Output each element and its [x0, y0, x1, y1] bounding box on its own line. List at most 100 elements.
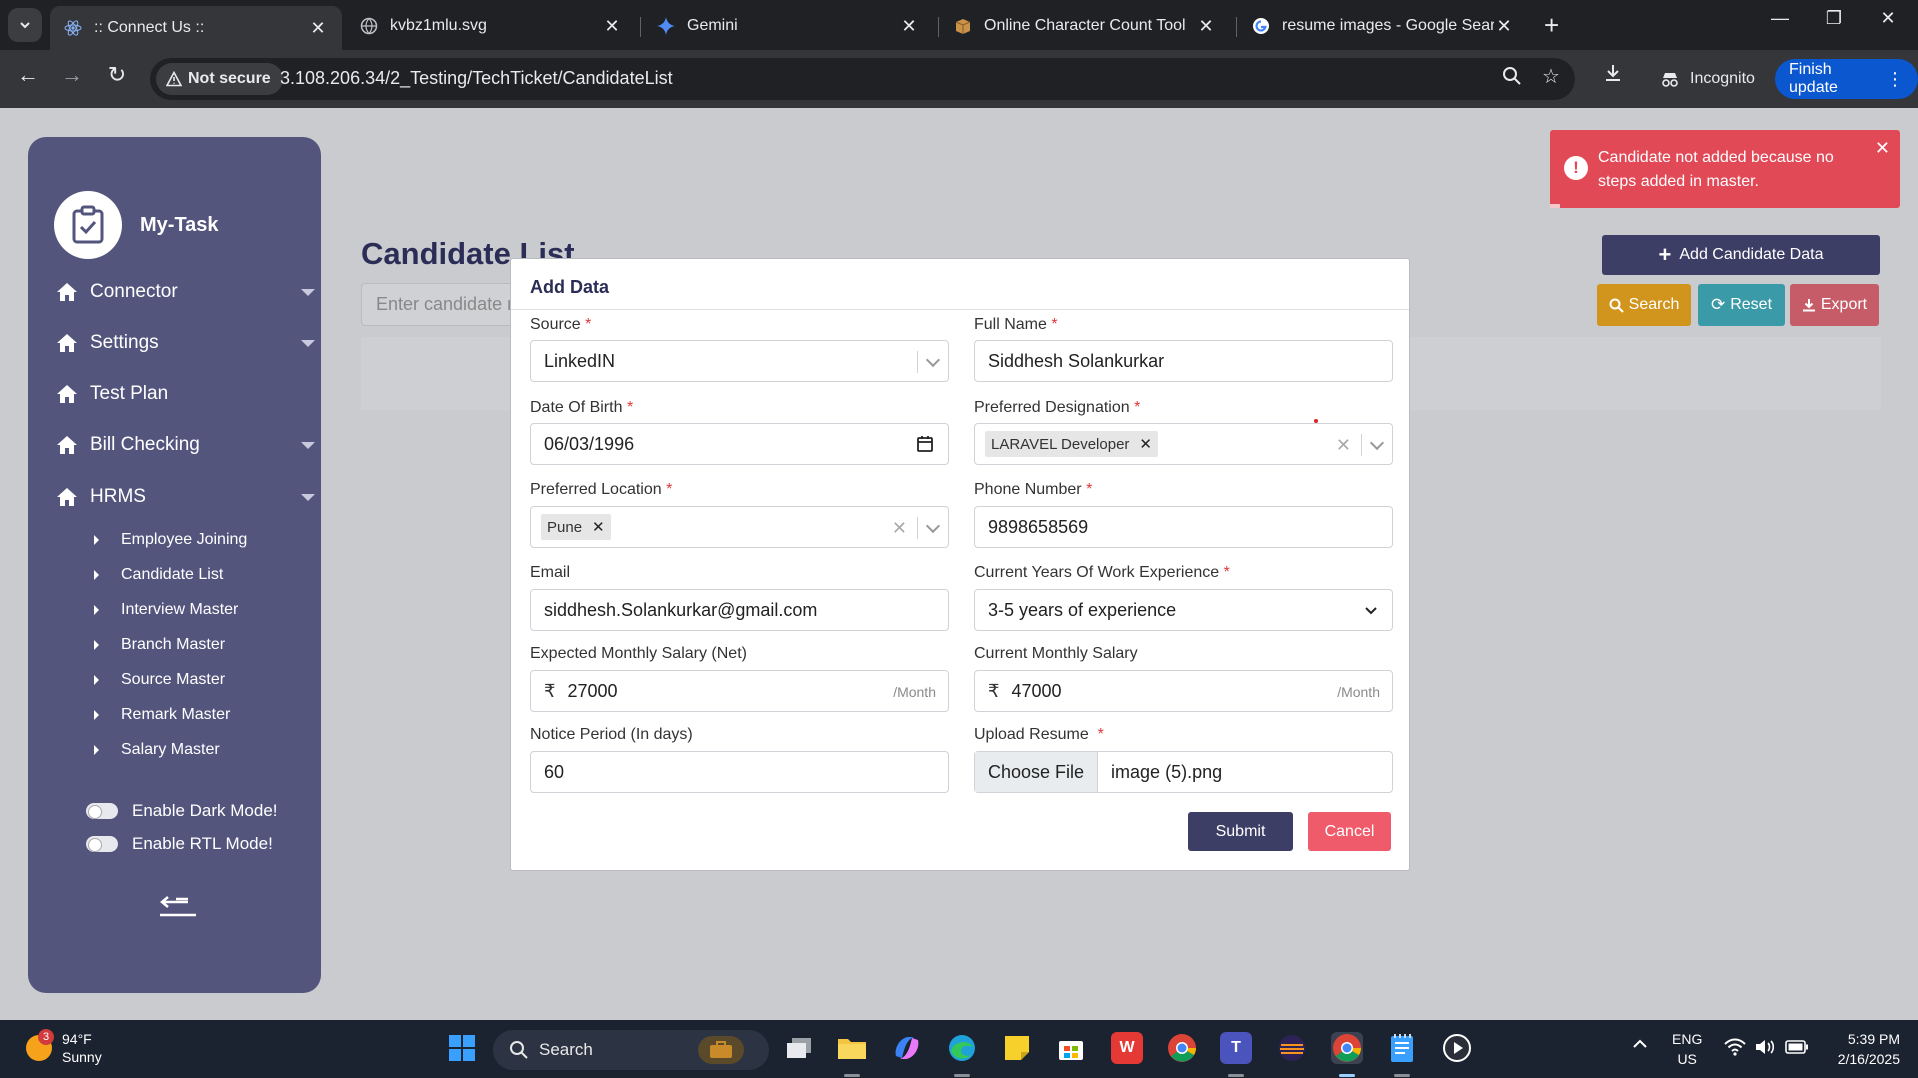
address-bar[interactable]: Not secure 3.108.206.34/2_Testing/TechTi… — [150, 58, 1575, 100]
brand[interactable]: My-Task — [54, 191, 219, 259]
close-tab-icon[interactable]: ✕ — [899, 16, 919, 37]
volume-icon[interactable] — [1754, 1038, 1776, 1059]
reload-icon[interactable]: ↻ — [101, 62, 133, 88]
windows-start-icon[interactable] — [446, 1032, 478, 1064]
sticky-notes-icon[interactable] — [1001, 1032, 1033, 1064]
sidebar-subitem-branch-master[interactable]: Branch Master — [94, 636, 225, 654]
language-indicator[interactable]: ENG US — [1672, 1029, 1702, 1069]
sidebar-subitem-source-master[interactable]: Source Master — [94, 671, 225, 689]
choose-file-button[interactable]: Choose File — [975, 752, 1099, 792]
sidebar-subitem-remark-master[interactable]: Remark Master — [94, 706, 230, 724]
expected-salary-field[interactable]: ₹ 27000 /Month — [530, 670, 949, 712]
zoom-magnifier-icon[interactable] — [1502, 66, 1522, 92]
add-candidate-button[interactable]: + Add Candidate Data — [1602, 235, 1880, 275]
finish-update-button[interactable]: Finish update ⋮ — [1775, 59, 1918, 99]
battery-icon[interactable] — [1785, 1039, 1809, 1058]
sidebar-collapse-arrow-icon[interactable] — [158, 889, 198, 919]
dob-label: Date Of Birth * — [530, 399, 634, 416]
remove-chip-icon[interactable]: ✕ — [1139, 435, 1152, 453]
sidebar-subitem-interview-master[interactable]: Interview Master — [94, 601, 238, 619]
export-button[interactable]: Export — [1790, 284, 1879, 326]
sidebar-subitem-salary-master[interactable]: Salary Master — [94, 741, 220, 759]
rtl-mode-toggle[interactable] — [86, 836, 118, 852]
dob-field[interactable]: 06/03/1996 — [530, 423, 949, 465]
sidebar-item-hrms[interactable]: HRMS — [56, 486, 315, 508]
sun-icon: 3 — [26, 1029, 54, 1061]
email-field[interactable]: siddhesh.Solankurkar@gmail.com — [530, 589, 949, 631]
submit-button[interactable]: Submit — [1188, 812, 1293, 851]
bookmark-star-icon[interactable]: ☆ — [1542, 64, 1560, 89]
notice-period-field[interactable]: 60 — [530, 751, 949, 793]
new-tab-plus-icon[interactable]: + — [1544, 10, 1559, 40]
browser-tab-svg[interactable]: kvbz1mlu.svg ✕ — [346, 6, 636, 46]
close-tab-icon[interactable]: ✕ — [602, 16, 622, 37]
cancel-button[interactable]: Cancel — [1308, 812, 1391, 851]
store-icon[interactable] — [1055, 1032, 1087, 1064]
minimize-icon[interactable]: — — [1760, 8, 1800, 29]
source-select[interactable]: LinkedIN — [530, 340, 949, 382]
dark-mode-toggle-row[interactable]: Enable Dark Mode! — [86, 801, 278, 821]
calendar-icon[interactable] — [916, 435, 934, 453]
clock[interactable]: 5:39 PM 2/16/2025 — [1820, 1029, 1900, 1069]
rupee-icon: ₹ — [544, 680, 556, 701]
notepad-icon[interactable] — [1386, 1032, 1418, 1064]
browser-tab-connect-us[interactable]: :: Connect Us :: ✕ — [50, 6, 342, 50]
reset-button[interactable]: ⟳ Reset — [1698, 284, 1785, 326]
close-window-icon[interactable]: ✕ — [1868, 8, 1908, 29]
copilot-icon[interactable] — [891, 1032, 923, 1064]
eclipse-icon[interactable] — [1276, 1032, 1308, 1064]
clear-icon[interactable]: ✕ — [1336, 435, 1351, 456]
chevron-up-icon[interactable] — [1632, 1036, 1648, 1055]
expected-salary-label: Expected Monthly Salary (Net) — [530, 645, 747, 662]
sidebar-item-settings[interactable]: Settings — [56, 332, 315, 354]
wps-office-icon[interactable]: W — [1111, 1032, 1143, 1064]
close-tab-icon[interactable]: ✕ — [308, 18, 328, 39]
chrome-icon[interactable] — [1166, 1032, 1198, 1064]
browser-tab-gemini[interactable]: Gemini ✕ — [643, 6, 933, 46]
sidebar-item-bill-checking[interactable]: Bill Checking — [56, 434, 315, 456]
task-view-icon[interactable] — [783, 1032, 815, 1064]
close-tab-icon[interactable]: ✕ — [1196, 16, 1216, 37]
edge-icon[interactable] — [946, 1032, 978, 1064]
weather-widget[interactable]: 3 94°F Sunny — [26, 1029, 102, 1066]
sidebar-subitem-employee-joining[interactable]: Employee Joining — [94, 531, 247, 549]
phone-field[interactable]: 9898658569 — [974, 506, 1393, 548]
remove-chip-icon[interactable]: ✕ — [592, 518, 605, 536]
add-candidate-label: Add Candidate Data — [1679, 246, 1824, 263]
experience-select[interactable]: 3-5 years of experience — [974, 589, 1393, 631]
resume-filename: image (5).png — [1111, 761, 1223, 782]
current-salary-field[interactable]: ₹ 47000 /Month — [974, 670, 1393, 712]
designation-multiselect[interactable]: LARAVEL Developer ✕ ✕ — [974, 423, 1393, 465]
forward-arrow-icon[interactable]: → — [56, 62, 88, 88]
sidebar-subitem-candidate-list[interactable]: Candidate List — [94, 566, 223, 584]
rtl-mode-toggle-row[interactable]: Enable RTL Mode! — [86, 834, 273, 854]
resume-upload-field[interactable]: Choose File image (5).png — [974, 751, 1393, 793]
restore-icon[interactable]: ❐ — [1814, 8, 1854, 29]
close-tab-icon[interactable]: ✕ — [1494, 16, 1514, 37]
browser-tab-google-search[interactable]: resume images - Google Search ✕ — [1238, 6, 1528, 46]
location-multiselect[interactable]: Pune ✕ ✕ — [530, 506, 949, 548]
sidebar-item-test-plan[interactable]: Test Plan — [56, 383, 306, 405]
teams-icon[interactable]: T — [1220, 1032, 1252, 1064]
download-icon[interactable] — [1602, 62, 1624, 90]
google-icon — [1252, 17, 1270, 35]
tab-search-button[interactable] — [8, 8, 42, 42]
incognito-indicator[interactable]: Incognito — [1646, 59, 1769, 99]
taskbar-search[interactable]: Search — [493, 1030, 769, 1070]
sidebar-item-connector[interactable]: Connector — [56, 281, 315, 303]
full-name-field[interactable]: Siddhesh Solankurkar — [974, 340, 1393, 382]
wifi-icon[interactable] — [1724, 1038, 1746, 1059]
search-button[interactable]: Search — [1597, 284, 1691, 326]
clear-icon[interactable]: ✕ — [892, 518, 907, 539]
dark-mode-toggle[interactable] — [86, 803, 118, 819]
browser-tab-character-count[interactable]: Online Character Count Tool ✕ — [940, 6, 1230, 46]
caret-right-icon — [94, 570, 99, 580]
close-icon[interactable]: ✕ — [1875, 138, 1890, 159]
back-arrow-icon[interactable]: ← — [12, 62, 44, 88]
url-text[interactable]: 3.108.206.34/2_Testing/TechTicket/Candid… — [280, 68, 673, 89]
file-explorer-icon[interactable] — [836, 1032, 868, 1064]
lang-top: ENG — [1672, 1031, 1703, 1047]
chrome-active-icon[interactable] — [1331, 1032, 1363, 1064]
media-player-icon[interactable] — [1441, 1032, 1473, 1064]
security-chip[interactable]: Not secure — [156, 63, 283, 95]
